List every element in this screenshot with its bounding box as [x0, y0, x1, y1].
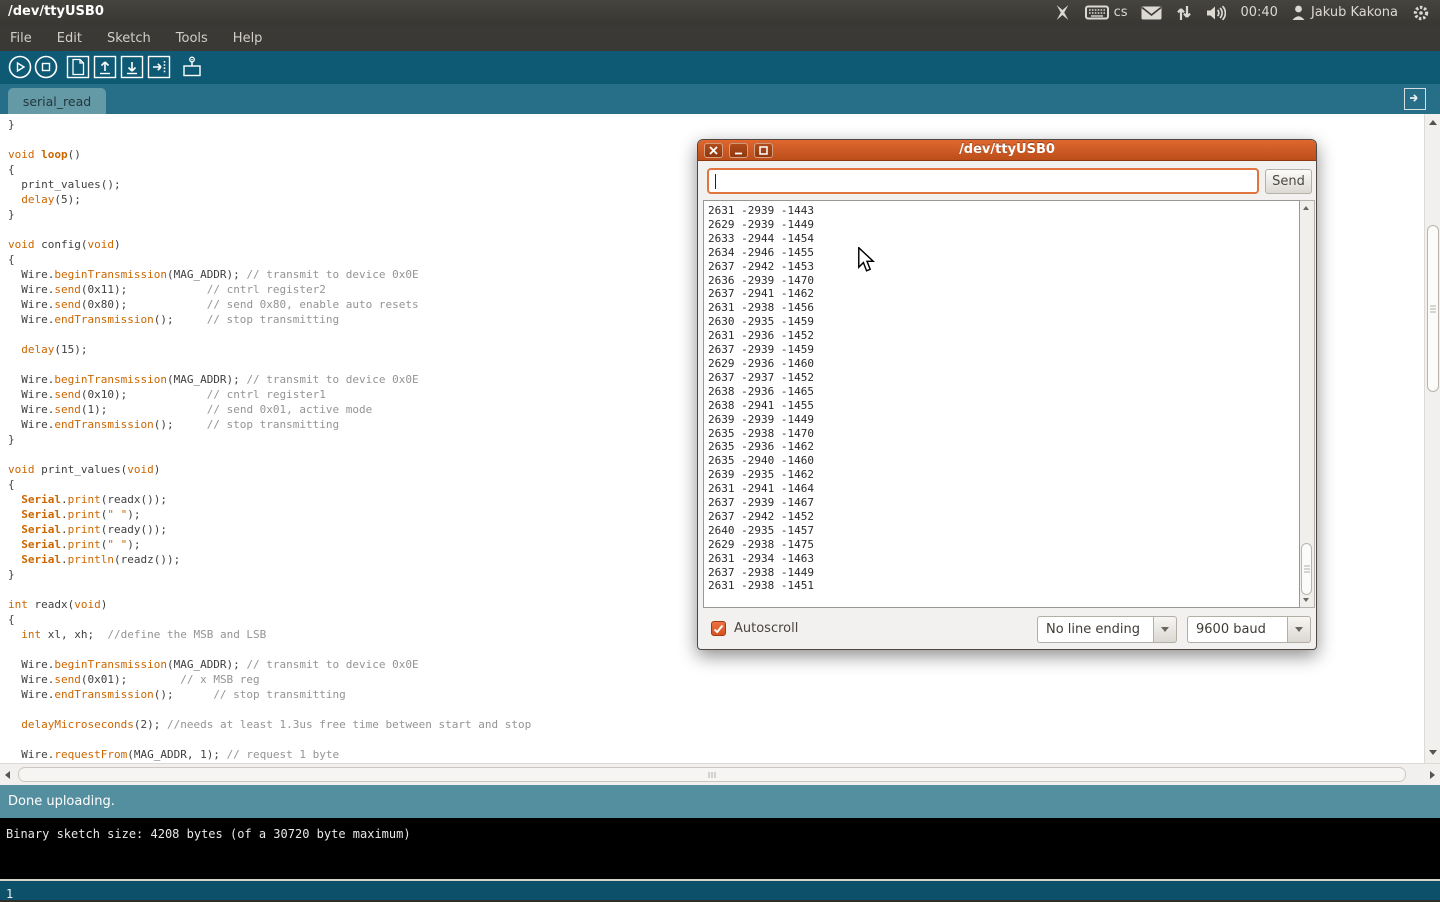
check-icon — [713, 619, 724, 638]
text-caret — [715, 174, 716, 189]
upload-button[interactable] — [147, 55, 171, 79]
tab-bar: serial_read — [0, 84, 1440, 114]
tab-menu-button[interactable] — [1404, 88, 1426, 110]
keyboard-indicator[interactable]: cs — [1085, 5, 1128, 20]
editor-horizontal-scrollbar[interactable] — [0, 763, 1440, 785]
scroll-right-icon[interactable] — [1430, 771, 1435, 779]
line-ending-dropdown[interactable]: No line ending — [1037, 616, 1177, 643]
scroll-down-icon[interactable] — [1303, 598, 1309, 602]
scroll-up-icon[interactable] — [1429, 120, 1437, 125]
editor-vertical-scrollbar[interactable] — [1424, 114, 1440, 763]
scrollbar-grip — [709, 772, 716, 778]
serial-monitor-button[interactable] — [180, 55, 204, 79]
keyboard-icon — [1085, 5, 1109, 20]
baud-rate-value: 9600 baud — [1187, 616, 1287, 643]
scrollbar-grip — [1304, 566, 1310, 573]
volume-icon[interactable] — [1206, 5, 1226, 21]
star-cross-icon[interactable] — [1054, 4, 1071, 21]
autoscroll-checkbox[interactable] — [711, 621, 726, 636]
keyboard-layout-label: cs — [1114, 5, 1128, 20]
menu-tools[interactable]: Tools — [176, 31, 208, 46]
menu-sketch[interactable]: Sketch — [107, 31, 151, 46]
serial-monitor-bottom-bar: Autoscroll No line ending 9600 baud — [698, 608, 1316, 651]
session-gear-icon[interactable] — [1412, 4, 1430, 22]
menu-bar: File Edit Sketch Tools Help — [0, 25, 1440, 51]
new-sketch-button[interactable] — [66, 55, 90, 79]
menu-edit[interactable]: Edit — [57, 31, 82, 46]
verify-button[interactable] — [8, 55, 32, 79]
send-button-label: Send — [1272, 174, 1305, 189]
serial-scrollbar[interactable] — [1300, 200, 1315, 608]
chevron-down-icon — [1161, 627, 1169, 632]
tab-label: serial_read — [23, 94, 91, 109]
status-bar: Done uploading. — [0, 785, 1440, 818]
current-line-number: 1 — [6, 887, 13, 901]
line-number-bar: 1 — [0, 881, 1440, 900]
scroll-up-icon[interactable] — [1303, 206, 1309, 210]
tab-serial-read[interactable]: serial_read — [8, 88, 106, 114]
dropdown-button[interactable] — [1287, 616, 1311, 643]
editor-hscrollbar-thumb[interactable] — [18, 767, 1406, 782]
user-menu[interactable]: Jakub Kakona — [1292, 5, 1398, 20]
autoscroll-label: Autoscroll — [734, 621, 798, 636]
desktop-panel: /dev/ttyUSB0 cs 00:40 Jakub Kakona — [0, 0, 1440, 25]
save-sketch-button[interactable] — [120, 55, 144, 79]
tab-menu-arrow-icon — [1408, 90, 1422, 109]
user-name: Jakub Kakona — [1311, 5, 1398, 20]
serial-monitor-window: /dev/ttyUSB0 Send 2631 -2939 -14432629 -… — [697, 139, 1317, 650]
chevron-down-icon — [1295, 627, 1303, 632]
serial-monitor-title: /dev/ttyUSB0 — [698, 142, 1316, 157]
user-icon — [1292, 5, 1305, 20]
toolbar — [0, 51, 1440, 84]
send-button[interactable]: Send — [1265, 169, 1312, 194]
system-tray: cs 00:40 Jakub Kakona — [1054, 0, 1440, 25]
serial-scrollbar-thumb[interactable] — [1301, 543, 1312, 595]
console-output: Binary sketch size: 4208 bytes (of a 307… — [0, 818, 1440, 879]
desktop: /dev/ttyUSB0 cs 00:40 Jakub Kakona File … — [0, 0, 1440, 900]
scroll-down-icon[interactable] — [1429, 750, 1437, 755]
status-message: Done uploading. — [8, 794, 115, 809]
stop-button[interactable] — [34, 55, 58, 79]
console-text: Binary sketch size: 4208 bytes (of a 307… — [6, 827, 411, 841]
serial-output-area[interactable]: 2631 -2939 -14432629 -2939 -14492633 -29… — [703, 200, 1300, 608]
baud-rate-dropdown[interactable]: 9600 baud — [1187, 616, 1311, 643]
clock[interactable]: 00:40 — [1240, 5, 1277, 20]
dropdown-button[interactable] — [1153, 616, 1177, 643]
mail-icon[interactable] — [1141, 6, 1162, 20]
line-ending-value: No line ending — [1037, 616, 1153, 643]
serial-input-field[interactable] — [707, 168, 1259, 194]
mouse-cursor — [857, 247, 875, 277]
scrollbar-grip — [1430, 305, 1436, 312]
network-updown-icon[interactable] — [1176, 5, 1192, 21]
open-sketch-button[interactable] — [93, 55, 117, 79]
menu-help[interactable]: Help — [233, 31, 263, 46]
sketch-code: } void loop(){ print_values(); delay(5);… — [8, 117, 531, 762]
menu-file[interactable]: File — [10, 31, 32, 46]
scroll-left-icon[interactable] — [5, 771, 10, 779]
editor-scrollbar-thumb[interactable] — [1427, 225, 1439, 392]
window-title: /dev/ttyUSB0 — [8, 4, 104, 19]
serial-monitor-titlebar[interactable]: /dev/ttyUSB0 — [698, 140, 1316, 161]
serial-output-lines: 2631 -2939 -14432629 -2939 -14492633 -29… — [708, 204, 1299, 593]
